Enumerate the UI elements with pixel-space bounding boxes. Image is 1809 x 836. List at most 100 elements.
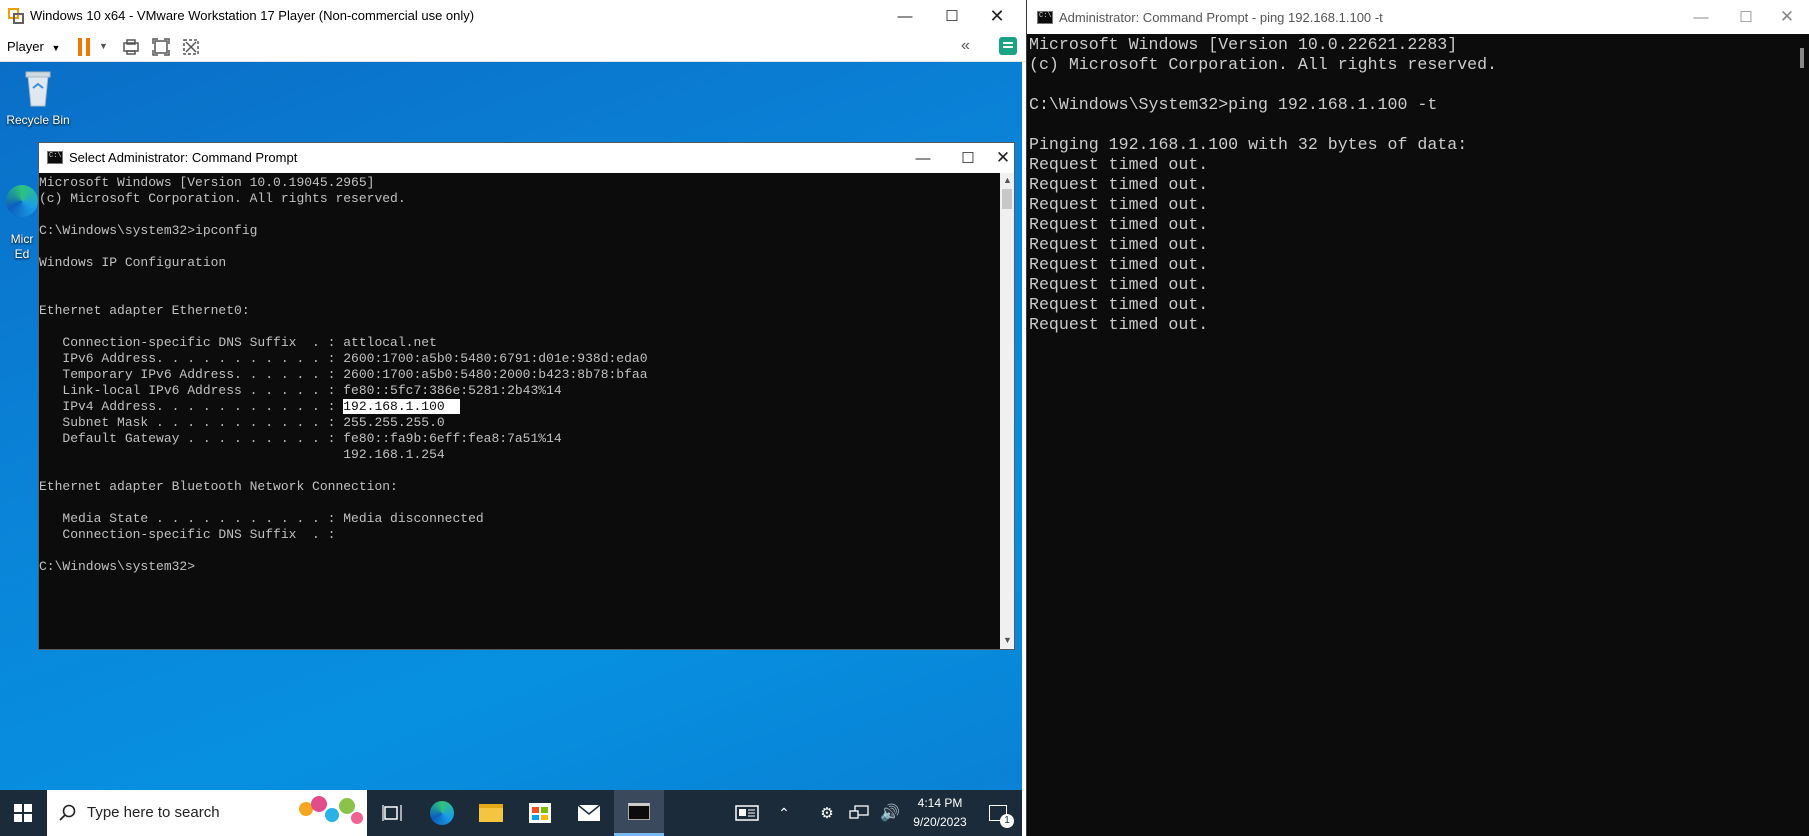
search-highlight-icon: [295, 794, 365, 832]
scroll-up-icon[interactable]: ▲: [1003, 175, 1012, 185]
terminal-line: IPv6 Address. . . . . . . . . . . : 2600…: [39, 351, 648, 366]
pause-dropdown-chevron-icon[interactable]: ▼: [99, 41, 108, 51]
notifications-icon[interactable]: 1: [978, 790, 1018, 836]
vmware-titlebar[interactable]: Windows 10 x64 - VMware Workstation 17 P…: [0, 0, 1026, 32]
vm-messages-icon[interactable]: [999, 37, 1017, 55]
terminal-line: Microsoft Windows [Version 10.0.19045.29…: [39, 175, 375, 190]
terminal-line: Request timed out.: [1029, 275, 1209, 294]
volume-icon[interactable]: 🔊: [876, 790, 904, 836]
windows-logo-icon: [14, 804, 32, 822]
terminal-line: 192.168.1.254: [39, 447, 445, 462]
file-explorer-icon[interactable]: [468, 790, 514, 836]
host-cmd-scrollbar[interactable]: [1794, 34, 1809, 836]
guest-cmd-maximize-button[interactable]: ☐: [946, 143, 990, 173]
terminal-line: Windows IP Configuration: [39, 255, 227, 270]
command-prompt-taskbar-icon[interactable]: [614, 790, 664, 836]
start-button[interactable]: [0, 790, 46, 836]
search-icon: [59, 804, 76, 821]
terminal-line: Temporary IPv6 Address. . . . . . : 2600…: [39, 367, 648, 382]
ipv4-label: IPv4 Address. . . . . . . . . . . :: [39, 399, 344, 414]
guest-cmd-minimize-button[interactable]: —: [901, 143, 945, 173]
cmd-icon: C:\: [47, 151, 63, 164]
show-hidden-icons-chevron-icon[interactable]: ⌃: [770, 790, 798, 836]
terminal-line: Request timed out.: [1029, 295, 1209, 314]
terminal-line: Request timed out.: [1029, 255, 1209, 274]
maximize-button[interactable]: ☐: [930, 1, 974, 31]
network-icon[interactable]: [846, 790, 872, 836]
terminal-line: Ethernet adapter Ethernet0:: [39, 303, 250, 318]
scroll-down-icon[interactable]: ▼: [1003, 635, 1012, 645]
player-menu-label: Player: [7, 39, 44, 54]
player-menu-button[interactable]: Player ▼: [7, 39, 60, 54]
scrollbar-thumb[interactable]: [1800, 48, 1804, 68]
terminal-line: Request timed out.: [1029, 315, 1209, 334]
terminal-line: Default Gateway . . . . . . . . . : fe80…: [39, 431, 562, 446]
guest-cmd-output[interactable]: Microsoft Windows [Version 10.0.19045.29…: [39, 173, 1000, 649]
clock[interactable]: 4:14 PM 9/20/2023: [908, 794, 972, 832]
terminal-line: Connection-specific DNS Suffix . :: [39, 527, 336, 542]
unity-mode-icon[interactable]: [182, 38, 200, 56]
ipv4-line: IPv4 Address. . . . . . . . . . . : 192.…: [39, 399, 1000, 415]
notification-count-badge: 1: [1000, 814, 1014, 828]
close-button[interactable]: ✕: [975, 1, 1019, 31]
terminal-line: C:\Windows\system32>: [39, 559, 196, 574]
edge-icon: [6, 185, 38, 217]
host-cmd-output[interactable]: Microsoft Windows [Version 10.0.22621.22…: [1029, 34, 1789, 834]
vmware-window-title: Windows 10 x64 - VMware Workstation 17 P…: [30, 8, 475, 23]
clock-time: 4:14 PM: [917, 796, 963, 810]
terminal-line: Request timed out.: [1029, 215, 1209, 234]
scrollbar-thumb[interactable]: [1002, 189, 1012, 209]
guest-cmd-title: Select Administrator: Command Prompt: [69, 150, 298, 165]
recycle-bin-icon: [25, 71, 51, 107]
guest-desktop: Recycle Bin Micr Ed C:\ Select Administr…: [0, 62, 1022, 836]
terminal-line: Request timed out.: [1029, 155, 1209, 174]
terminal-line: C:\Windows\system32>ipconfig: [39, 223, 258, 238]
host-cmd-maximize-button[interactable]: ☐: [1724, 2, 1768, 32]
host-cmd-titlebar[interactable]: C:\ Administrator: Command Prompt - ping…: [1027, 0, 1809, 34]
send-ctrl-alt-del-icon[interactable]: [122, 38, 140, 56]
mail-icon[interactable]: [566, 790, 612, 836]
edge-taskbar-icon[interactable]: [419, 790, 465, 836]
fullscreen-icon[interactable]: [152, 38, 170, 56]
terminal-line: Request timed out.: [1029, 195, 1209, 214]
guest-command-prompt-window[interactable]: C:\ Select Administrator: Command Prompt…: [38, 142, 1015, 650]
ipv4-selected-text[interactable]: 192.168.1.100: [343, 399, 461, 414]
host-command-prompt-window[interactable]: C:\ Administrator: Command Prompt - ping…: [1026, 0, 1809, 836]
terminal-line: Subnet Mask . . . . . . . . . . . : 255.…: [39, 415, 445, 430]
terminal-line: C:\Windows\System32>ping 192.168.1.100 -…: [1029, 95, 1438, 114]
guest-cmd-output-after: Subnet Mask . . . . . . . . . . . : 255.…: [39, 415, 1000, 575]
clock-date: 9/20/2023: [913, 815, 967, 829]
minimize-button[interactable]: —: [883, 1, 927, 31]
microsoft-store-icon[interactable]: [517, 790, 563, 836]
collapse-toolbar-icon[interactable]: «: [961, 37, 970, 55]
guest-cmd-scrollbar[interactable]: ▲ ▼: [1000, 173, 1014, 649]
terminal-line: Connection-specific DNS Suffix . : attlo…: [39, 335, 437, 350]
guest-cmd-close-button[interactable]: ✕: [991, 143, 1015, 173]
taskbar-search-box[interactable]: Type here to search: [47, 790, 367, 836]
terminal-line: Microsoft Windows [Version 10.0.22621.22…: [1029, 35, 1458, 54]
task-view-icon[interactable]: [369, 790, 415, 836]
terminal-line: Ethernet adapter Bluetooth Network Conne…: [39, 479, 398, 494]
vmware-toolbar: Player ▼ ▼ «: [0, 32, 1026, 62]
terminal-line: Pinging 192.168.1.100 with 32 bytes of d…: [1029, 135, 1468, 154]
host-cmd-minimize-button[interactable]: —: [1679, 2, 1723, 32]
pause-icon[interactable]: [78, 38, 92, 56]
cmd-icon: C:\: [1037, 11, 1053, 24]
recycle-bin-label: Recycle Bin: [6, 113, 70, 127]
terminal-line: Media State . . . . . . . . . . . : Medi…: [39, 511, 484, 526]
terminal-line: (c) Microsoft Corporation. All rights re…: [39, 191, 406, 206]
news-widget-icon[interactable]: [724, 790, 770, 836]
guest-cmd-titlebar[interactable]: C:\ Select Administrator: Command Prompt…: [39, 143, 1014, 173]
recycle-bin-desktop-icon[interactable]: Recycle Bin: [6, 66, 70, 127]
meet-now-icon[interactable]: ⚙: [814, 790, 840, 836]
host-cmd-close-button[interactable]: ✕: [1765, 2, 1809, 32]
